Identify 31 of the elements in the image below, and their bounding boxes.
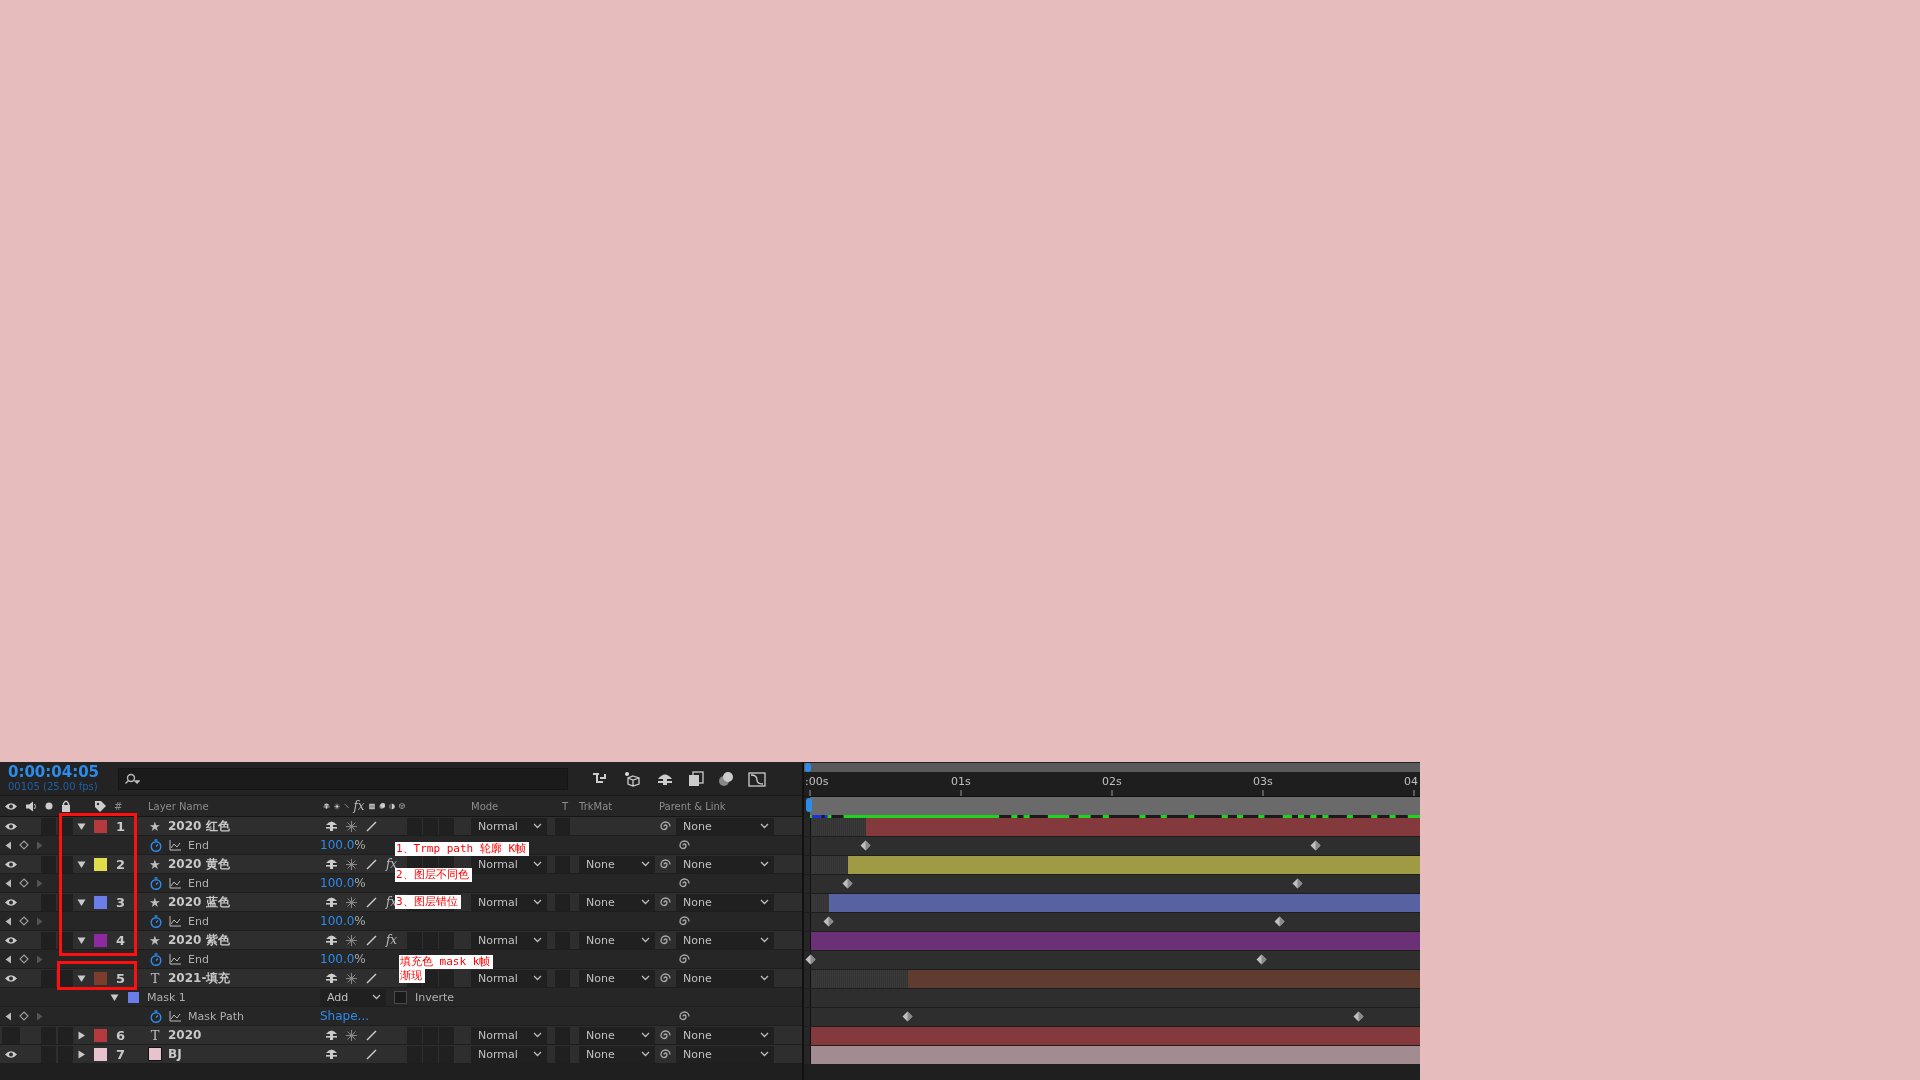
layer-number: 4 bbox=[116, 932, 126, 948]
layer-number: 1 bbox=[116, 818, 126, 834]
layer-type-icon: ★ bbox=[148, 894, 162, 910]
invert-label: Inverte bbox=[415, 990, 455, 1004]
layer-number: 6 bbox=[116, 1027, 126, 1043]
layer-type-icon: T bbox=[148, 1027, 162, 1043]
annotation-tooltip: 3、图层错位 bbox=[395, 895, 461, 909]
layer-number: 3 bbox=[116, 894, 126, 910]
layer-type-icon: T bbox=[148, 970, 162, 986]
property-name: Mask Path bbox=[188, 1009, 244, 1023]
layer-type-icon: ★ bbox=[148, 932, 162, 948]
ruler-label: :00s bbox=[805, 775, 829, 788]
property-name: End bbox=[188, 876, 209, 890]
layer-type-icon: ★ bbox=[148, 856, 162, 872]
layer-type-icon: ★ bbox=[148, 818, 162, 834]
layer-number: 2 bbox=[116, 856, 126, 872]
layer-number: 7 bbox=[116, 1046, 126, 1062]
property-name: End bbox=[188, 952, 209, 966]
annotation-tooltip: 1、Trmp path 轮廓 K帧 bbox=[395, 842, 530, 856]
layer-number: 5 bbox=[116, 970, 126, 986]
annotation-tooltip: 2、图层不同色 bbox=[395, 868, 472, 882]
property-name: End bbox=[188, 838, 209, 852]
annotation-tooltip: 填充色 mask k帧 bbox=[399, 955, 494, 969]
property-name: End bbox=[188, 914, 209, 928]
ruler-label: 04 bbox=[1404, 775, 1418, 788]
ruler-label: 02s bbox=[1102, 775, 1122, 788]
ruler-label: 01s bbox=[951, 775, 971, 788]
annotation-tooltip: 渐现 bbox=[399, 969, 425, 983]
effects-header: fx bbox=[353, 799, 365, 813]
ruler-label: 03s bbox=[1253, 775, 1273, 788]
frame-count: 00105 (25.00 fps) bbox=[8, 782, 99, 792]
